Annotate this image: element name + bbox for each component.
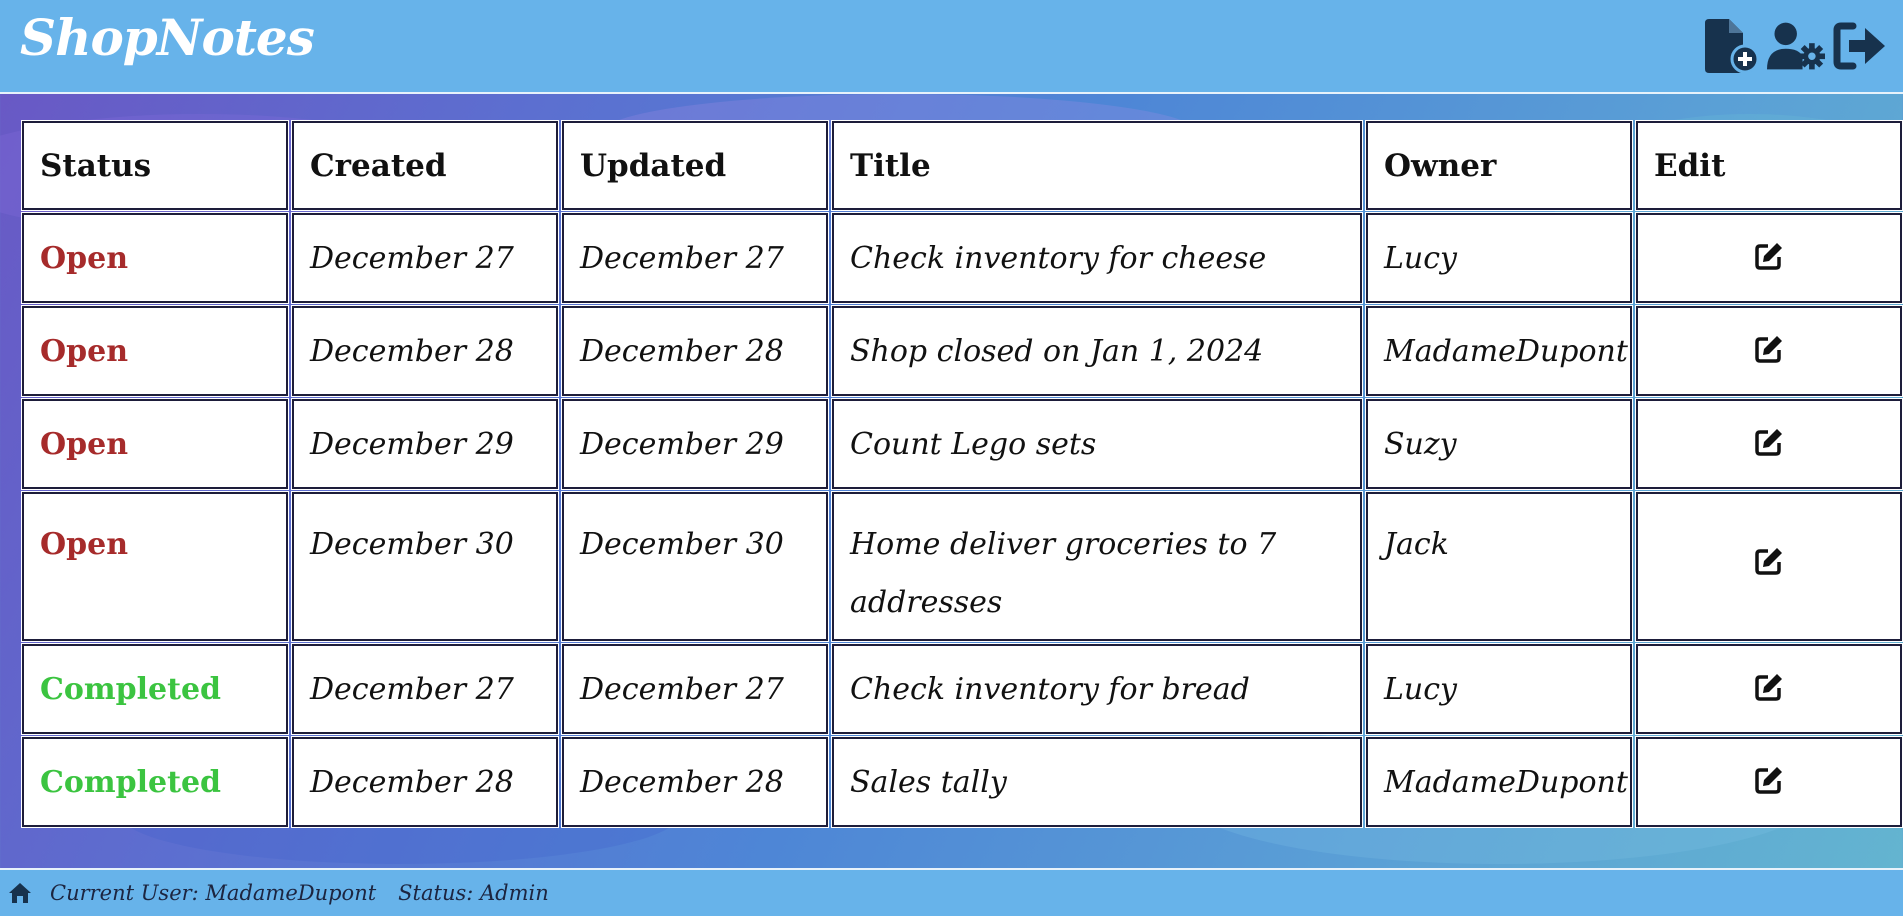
status-cell: Open: [21, 398, 289, 490]
table-row: Open December 30 December 30 Home delive…: [21, 491, 1903, 642]
edit-cell: [1635, 643, 1903, 735]
title-cell: Home deliver groceries to 7 addresses: [831, 491, 1363, 642]
app-title: ShopNotes: [20, 8, 315, 67]
edit-cell: [1635, 398, 1903, 490]
owner-cell: Lucy: [1365, 643, 1633, 735]
owner-cell: Jack: [1365, 491, 1633, 642]
status-cell: Completed: [21, 643, 289, 735]
title-cell: Check inventory for cheese: [831, 212, 1363, 304]
home-icon[interactable]: [6, 879, 34, 907]
status-cell: Open: [21, 491, 289, 642]
title-cell: Check inventory for bread: [831, 643, 1363, 735]
user-settings-icon[interactable]: [1767, 18, 1825, 74]
created-cell: December 29: [291, 398, 559, 490]
table-header-row: Status Created Updated Title Owner Edit: [21, 120, 1903, 211]
updated-cell: December 27: [561, 212, 829, 304]
logout-icon[interactable]: [1831, 18, 1889, 74]
column-header-title[interactable]: Title: [831, 120, 1363, 211]
edit-icon[interactable]: [1751, 543, 1787, 579]
status-cell: Open: [21, 212, 289, 304]
owner-cell: Lucy: [1365, 212, 1633, 304]
updated-cell: December 28: [561, 305, 829, 397]
created-cell: December 28: [291, 305, 559, 397]
edit-cell: [1635, 491, 1903, 642]
owner-cell: MadameDupont: [1365, 305, 1633, 397]
edit-icon[interactable]: [1751, 238, 1787, 274]
updated-cell: December 29: [561, 398, 829, 490]
header-actions: [1703, 18, 1889, 74]
edit-cell: [1635, 736, 1903, 828]
status-cell: Open: [21, 305, 289, 397]
edit-icon[interactable]: [1751, 762, 1787, 798]
title-cell: Shop closed on Jan 1, 2024: [831, 305, 1363, 397]
created-cell: December 27: [291, 212, 559, 304]
edit-icon[interactable]: [1751, 669, 1787, 705]
status-cell: Completed: [21, 736, 289, 828]
owner-cell: MadameDupont: [1365, 736, 1633, 828]
table-row: Completed December 27 December 27 Check …: [21, 643, 1903, 735]
owner-cell: Suzy: [1365, 398, 1633, 490]
updated-cell: December 27: [561, 643, 829, 735]
edit-cell: [1635, 305, 1903, 397]
notes-table: Status Created Updated Title Owner Edit …: [18, 118, 1903, 830]
edit-cell: [1635, 212, 1903, 304]
new-note-icon[interactable]: [1703, 18, 1761, 74]
title-cell: Count Lego sets: [831, 398, 1363, 490]
column-header-edit: Edit: [1635, 120, 1903, 211]
edit-icon[interactable]: [1751, 424, 1787, 460]
column-header-updated[interactable]: Updated: [561, 120, 829, 211]
column-header-created[interactable]: Created: [291, 120, 559, 211]
updated-cell: December 28: [561, 736, 829, 828]
updated-cell: December 30: [561, 491, 829, 642]
title-cell: Sales tally: [831, 736, 1363, 828]
table-row: Open December 28 December 28 Shop closed…: [21, 305, 1903, 397]
current-user-label: Current User: MadameDupont: [50, 881, 377, 905]
column-header-status[interactable]: Status: [21, 120, 289, 211]
column-header-owner[interactable]: Owner: [1365, 120, 1633, 211]
table-row: Completed December 28 December 28 Sales …: [21, 736, 1903, 828]
edit-icon[interactable]: [1751, 331, 1787, 367]
app-header: ShopNotes: [0, 0, 1903, 94]
table-row: Open December 27 December 27 Check inven…: [21, 212, 1903, 304]
status-bar: Current User: MadameDupont Status: Admin: [0, 868, 1903, 916]
created-cell: December 30: [291, 491, 559, 642]
created-cell: December 28: [291, 736, 559, 828]
table-row: Open December 29 December 29 Count Lego …: [21, 398, 1903, 490]
created-cell: December 27: [291, 643, 559, 735]
user-status-label: Status: Admin: [398, 881, 549, 905]
